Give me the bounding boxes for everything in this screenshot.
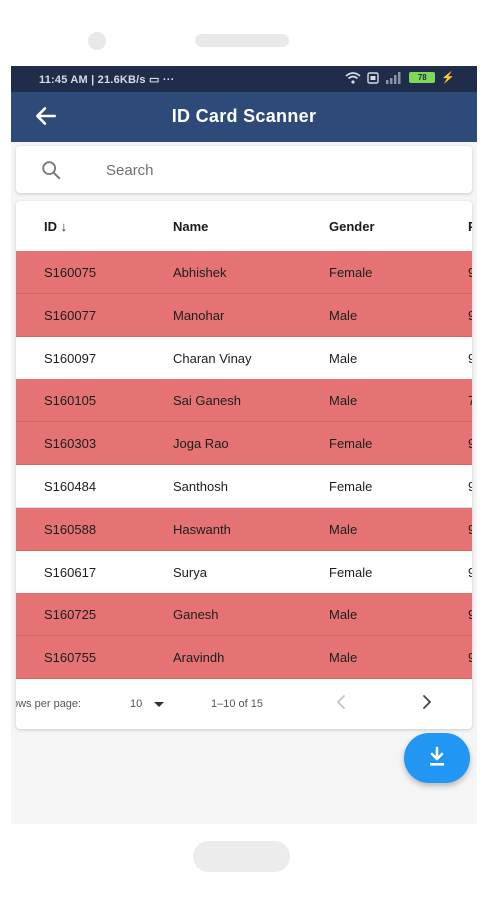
cell-id: S160075	[44, 265, 97, 280]
front-camera	[88, 32, 106, 50]
battery-icon: 78	[409, 72, 436, 83]
cell-name: Charan Vinay	[173, 350, 252, 366]
table-row[interactable]: S160484 Santhosh Female 9	[16, 465, 472, 508]
column-header-partial[interactable]: P	[468, 219, 472, 234]
page-title: ID Card Scanner	[171, 106, 317, 126]
cell-gender: Female	[329, 436, 373, 452]
cell-partial: 9	[468, 607, 472, 623]
charging-icon: ⚡	[441, 72, 455, 84]
table-row[interactable]: S160755 Aravindh Male 9	[16, 636, 472, 680]
cell-gender: Male	[329, 307, 358, 323]
sort-arrow-icon: ↓	[60, 219, 68, 234]
status-time: 11:45 AM | 21.6KB/s	[39, 74, 146, 86]
cell-id: S160097	[44, 350, 97, 366]
table-row[interactable]: S160303 Joga Rao Female 9	[16, 422, 472, 466]
cell-name: Haswanth	[173, 521, 231, 537]
cell-name: Manohar	[173, 307, 225, 323]
chevron-down-icon[interactable]	[154, 702, 164, 707]
column-header-gender[interactable]: Gender	[329, 219, 375, 234]
cell-gender: Female	[329, 564, 373, 580]
table-row[interactable]: S160105 Sai Ganesh Male 7	[16, 379, 472, 423]
previous-page-icon[interactable]	[334, 693, 348, 711]
battery-level: 78	[417, 73, 427, 82]
earpiece-speaker	[195, 34, 289, 47]
sim-icon	[367, 71, 379, 84]
app-bar: ID Card Scanner	[11, 92, 477, 142]
search-input[interactable]	[104, 155, 448, 185]
cell-id: S160077	[44, 307, 97, 323]
search-bar	[16, 146, 472, 193]
rows-per-page-label: ows per page:	[16, 698, 82, 710]
cell-name: Abhishek	[173, 265, 227, 280]
column-header-id[interactable]: ID ↓	[44, 219, 67, 234]
table-row[interactable]: S160077 Manohar Male 9	[16, 293, 472, 337]
table-row[interactable]: S160725 Ganesh Male 9	[16, 593, 472, 637]
table-pagination: ows per page: 10 1–10 of 15	[16, 679, 472, 729]
id-table: ID ↓ Name Gender P S160075 Abhishek Female…	[16, 201, 472, 729]
cell-name: Santhosh	[173, 479, 228, 494]
cell-gender: Male	[329, 350, 358, 366]
cell-partial: 9	[468, 350, 472, 366]
cell-id: S160105	[44, 393, 97, 409]
signal-icon	[386, 71, 401, 84]
download-button[interactable]	[404, 733, 470, 783]
download-icon	[430, 746, 444, 766]
cell-id: S160755	[44, 650, 97, 666]
cell-gender: Male	[329, 650, 358, 666]
cell-name: Aravindh	[173, 650, 225, 666]
cell-name: Joga Rao	[173, 436, 229, 452]
cell-gender: Female	[329, 265, 373, 280]
cell-id: S160303	[44, 436, 97, 452]
cell-gender: Female	[329, 479, 373, 494]
cell-gender: Male	[329, 393, 358, 409]
cell-partial: 9	[468, 479, 472, 494]
cell-name: Surya	[173, 564, 207, 580]
cell-partial: 9	[468, 650, 472, 666]
status-bar: 11:45 AM | 21.6KB/s ▭ ··· 78 ⚡	[11, 66, 477, 92]
cell-partial: 7	[468, 393, 472, 409]
cell-name: Ganesh	[173, 607, 219, 623]
home-button[interactable]	[193, 841, 290, 872]
cell-id: S160725	[44, 607, 97, 623]
table-row[interactable]: S160588 Haswanth Male 9	[16, 507, 472, 551]
cell-partial: 9	[468, 265, 472, 280]
cell-name: Sai Ganesh	[173, 393, 241, 409]
cell-partial: 9	[468, 564, 472, 580]
cell-gender: Male	[329, 607, 358, 623]
cell-gender: Male	[329, 521, 358, 537]
table-header: ID ↓ Name Gender P	[16, 201, 472, 252]
cell-id: S160617	[44, 564, 97, 580]
cell-partial: 9	[468, 521, 472, 537]
cell-partial: 9	[468, 436, 472, 452]
next-page-icon[interactable]	[420, 693, 434, 711]
status-more-icon: ▭ ···	[149, 74, 175, 86]
cell-partial: 9	[468, 307, 472, 323]
pagination-range: 1–10 of 15	[211, 698, 263, 710]
phone-screen: 11:45 AM | 21.6KB/s ▭ ··· 78 ⚡ ID Card S…	[11, 66, 477, 824]
wifi-icon	[345, 71, 361, 84]
rows-per-page-select[interactable]: 10	[130, 698, 142, 710]
cell-id: S160588	[44, 521, 97, 537]
search-icon	[42, 161, 61, 180]
column-header-name[interactable]: Name	[173, 219, 208, 234]
table-row[interactable]: S160617 Surya Female 9	[16, 551, 472, 594]
table-row[interactable]: S160075 Abhishek Female 9	[16, 251, 472, 294]
table-row[interactable]: S160097 Charan Vinay Male 9	[16, 337, 472, 380]
cell-id: S160484	[44, 479, 97, 494]
